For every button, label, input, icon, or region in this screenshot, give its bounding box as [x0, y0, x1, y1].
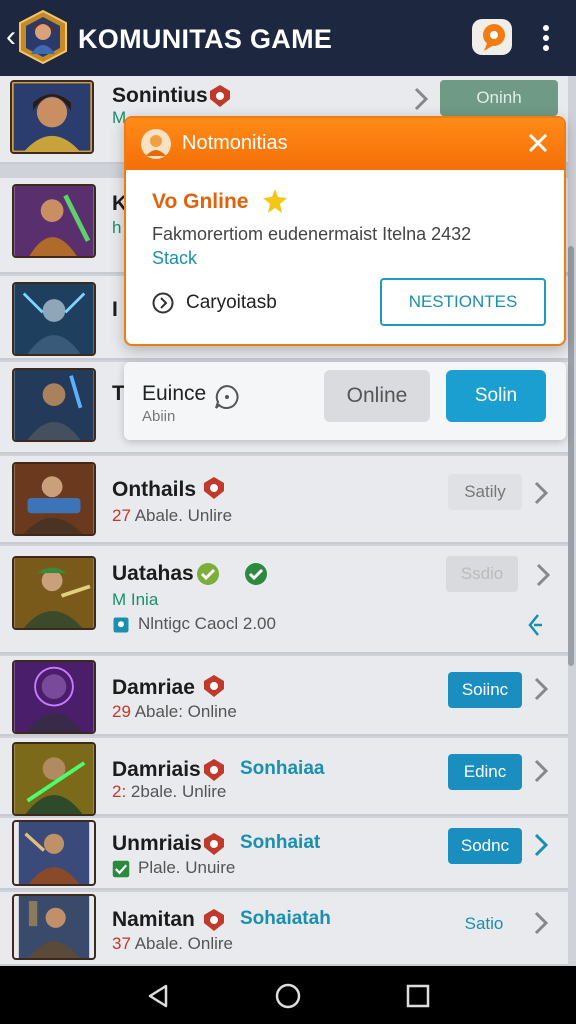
- avatar: [12, 660, 96, 734]
- nav-recents-icon[interactable]: [404, 982, 432, 1010]
- chevron-right-icon[interactable]: [532, 758, 550, 784]
- avatar: [12, 462, 96, 536]
- rank-badge-icon: [204, 909, 224, 931]
- verified-badge-icon: [197, 563, 219, 585]
- list-item[interactable]: Onthails 27 Abale. Unlire Satily: [0, 456, 568, 544]
- card-name: Euince: [142, 382, 207, 405]
- list-item[interactable]: Namitan Sohaiatah 37 Abale. Onlire Satio: [0, 892, 568, 966]
- avatar: [12, 820, 96, 886]
- avatar: [10, 80, 94, 154]
- more-vert-icon[interactable]: [536, 22, 556, 54]
- avatar: [12, 282, 96, 356]
- chevron-right-icon[interactable]: [532, 910, 550, 936]
- row-name: Unmriais: [112, 832, 202, 855]
- row-action-button[interactable]: Ssdio: [446, 556, 518, 592]
- row-action-button[interactable]: Oninh: [440, 80, 558, 116]
- chevron-right-icon[interactable]: [532, 832, 550, 858]
- community-icon: [141, 129, 171, 159]
- row-status: M Inia: [112, 590, 159, 609]
- clock-icon: [152, 292, 174, 314]
- notification-popup: Notmonitias Vo Gnline Fakmorertiom euden…: [124, 116, 566, 346]
- row-extra: Nlntigc Caocl 2.00: [138, 614, 276, 633]
- nav-back-icon[interactable]: [144, 982, 172, 1010]
- avatar: [12, 894, 96, 960]
- row-name: Namitan: [112, 908, 195, 931]
- row-guild: Sonhaiaa: [240, 758, 325, 779]
- app-logo: [19, 10, 67, 64]
- row-name: Sonintius: [112, 84, 208, 107]
- row-status: 29 Abale: Online: [112, 702, 237, 721]
- rank-badge-icon: [204, 675, 224, 697]
- popup-title: Notmonitias: [182, 132, 288, 154]
- row-status: 37 Abale. Onlire: [112, 934, 233, 953]
- list-item[interactable]: Damriae 29 Abale: Online Soiinc: [0, 656, 568, 736]
- scrollbar[interactable]: [568, 246, 574, 666]
- rank-badge-icon: [204, 833, 224, 855]
- row-name: Onthails: [112, 478, 197, 501]
- popup-option[interactable]: Caryoitasb: [186, 292, 277, 314]
- list-item[interactable]: Damriais Sonhaiaa 2: 2bale. Unlire Edinc: [0, 738, 568, 816]
- row-name: T: [112, 382, 125, 405]
- row-action-button[interactable]: Satily: [448, 474, 522, 510]
- row-name: I: [112, 298, 118, 321]
- verified-badge-icon: [245, 563, 267, 585]
- system-nav-bar: [0, 966, 576, 1024]
- nav-home-icon[interactable]: [274, 982, 302, 1010]
- row-name: Damriais: [112, 758, 201, 781]
- popup-link[interactable]: Stack: [152, 248, 197, 269]
- chat-bubble-icon[interactable]: [470, 17, 514, 59]
- avatar: [12, 556, 96, 630]
- avatar: [12, 368, 96, 442]
- card-status: Abiin: [142, 408, 176, 425]
- row-guild: Sohaiatah: [240, 908, 331, 929]
- row-guild: Sonhaiat: [240, 832, 321, 853]
- chevron-right-icon[interactable]: [532, 480, 550, 506]
- row-action-button[interactable]: Sodnc: [448, 828, 522, 864]
- row-action-button[interactable]: Satio: [450, 906, 518, 942]
- chevron-right-icon[interactable]: [412, 86, 430, 112]
- row-status: 27 Abale. Unlire: [112, 506, 233, 525]
- expand-icon[interactable]: [526, 612, 544, 638]
- popup-subtitle: Vo Gnline: [152, 190, 249, 213]
- chevron-right-icon[interactable]: [532, 676, 550, 702]
- star-icon: [263, 189, 287, 213]
- row-action-button[interactable]: Soiinc: [448, 672, 522, 708]
- close-icon[interactable]: [526, 131, 550, 155]
- location-pin-icon: [113, 617, 129, 633]
- app-bar: ‹ KOMUNITAS GAME: [0, 0, 576, 76]
- popup-message: Fakmorertiom eudenermaist Itelna 2432: [152, 224, 472, 244]
- avatar: [12, 742, 96, 816]
- online-button[interactable]: Online: [324, 370, 430, 422]
- avatar: [12, 184, 96, 258]
- app-title: KOMUNITAS GAME: [78, 24, 333, 54]
- online-check-icon: [112, 860, 130, 878]
- list-item[interactable]: Uatahas M Inia Nlntigc Caocl 2.00 Ssdio: [0, 546, 568, 654]
- list-item[interactable]: Unmriais Sonhaiat Plale. Unuire Sodnc: [0, 818, 568, 890]
- popup-action-button[interactable]: NESTIONTES: [380, 278, 546, 326]
- row-status: h: [112, 218, 122, 237]
- rank-badge-icon: [204, 477, 224, 499]
- primary-button[interactable]: Solin: [446, 370, 546, 422]
- row-name: Damriae: [112, 676, 195, 699]
- popup-header: Notmonitias: [126, 118, 564, 170]
- rank-badge-icon: [210, 85, 230, 107]
- rank-badge-icon: [204, 759, 224, 781]
- row-status: 2: 2bale. Unlire: [112, 782, 227, 801]
- chevron-right-icon[interactable]: [534, 562, 552, 588]
- row-status: Plale. Unuire: [138, 858, 236, 877]
- chat-bubble-icon[interactable]: [214, 384, 240, 410]
- row-action-button[interactable]: Edinc: [448, 754, 522, 790]
- back-icon[interactable]: ‹: [6, 22, 16, 52]
- row-name: Uatahas: [112, 562, 194, 585]
- friend-card: Euince Abiin Online Solin: [124, 362, 566, 440]
